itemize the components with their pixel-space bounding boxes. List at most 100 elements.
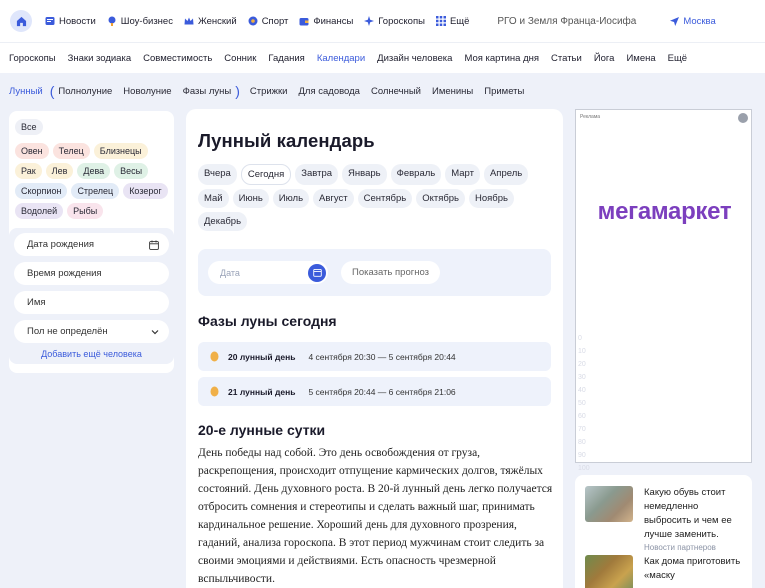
phase-range: 4 сентября 20:30 — 5 сентября 20:44 [308, 351, 456, 362]
topnav-news[interactable]: Новости [45, 16, 96, 27]
nav3-new-moon[interactable]: Новолуние [123, 86, 171, 97]
ad-ruler: 0 10 20 30 40 50 60 70 80 90 100 [578, 332, 590, 475]
chip-aries[interactable]: Овен [15, 143, 49, 159]
topnav-women[interactable]: Женский [184, 16, 237, 27]
phase-range: 5 сентября 20:44 — 6 сентября 21:06 [308, 386, 456, 397]
nav3-name-days[interactable]: Именины [432, 86, 473, 97]
period-today[interactable]: Сегодня [240, 164, 292, 185]
birth-date-field[interactable]: Дата рождения [14, 233, 169, 256]
chip-gemini[interactable]: Близнецы [93, 143, 148, 159]
period-july[interactable]: Июль [272, 189, 310, 208]
ad-ruler-mark: 0 [578, 335, 582, 342]
period-may[interactable]: Май [198, 189, 229, 208]
phase-row: 20 лунный день 4 сентября 20:30 — 5 сент… [198, 342, 551, 371]
moon-phase-icon [210, 386, 219, 397]
period-pills: Вчера Сегодня Завтра Январь Февраль Март… [198, 164, 538, 231]
news-item[interactable]: Какую обувь стоит немедленно выбросить и… [585, 486, 742, 542]
topnav-sport[interactable]: Спорт [248, 16, 288, 27]
sport-icon [248, 16, 258, 26]
chip-aquarius[interactable]: Водолей [15, 203, 64, 219]
ad-label: Реклама [580, 114, 601, 120]
chip-scorpio[interactable]: Скорпион [15, 183, 68, 199]
period-october[interactable]: Октябрь [416, 189, 466, 208]
ad-ruler-mark: 100 [578, 465, 590, 472]
chip-virgo[interactable]: Дева [77, 163, 111, 179]
nav2-zodiac-signs[interactable]: Знаки зодиака [68, 53, 131, 64]
nav3-full-moon[interactable]: Полнолуние [58, 86, 112, 97]
nav2-yoga[interactable]: Йога [594, 53, 615, 64]
topnav-label: Шоу-бизнес [120, 15, 173, 27]
chip-pisces[interactable]: Рыбы [67, 203, 104, 219]
ad-ruler-mark: 40 [578, 387, 586, 394]
topnav-horoscopes[interactable]: Гороскопы [364, 16, 425, 27]
nav2-human-design[interactable]: Дизайн человека [377, 53, 452, 64]
nav3-haircuts[interactable]: Стрижки [250, 86, 288, 97]
period-august[interactable]: Август [313, 189, 354, 208]
period-january[interactable]: Январь [342, 164, 387, 185]
period-february[interactable]: Февраль [390, 164, 442, 185]
topnav-more[interactable]: Ещё [435, 16, 469, 27]
nav2-compatibility[interactable]: Совместимость [143, 53, 212, 64]
home-button[interactable] [10, 10, 32, 32]
nav2-horoscopes[interactable]: Гороскопы [9, 53, 56, 64]
gender-select[interactable]: Пол не определён [14, 320, 169, 343]
period-yesterday[interactable]: Вчера [198, 164, 237, 185]
chip-all[interactable]: Все [15, 119, 43, 135]
date-input[interactable]: Дата [208, 261, 328, 284]
period-april[interactable]: Апрель [483, 164, 529, 185]
ad-ruler-mark: 20 [578, 361, 586, 368]
nav3-omens[interactable]: Приметы [484, 86, 524, 97]
chip-leo[interactable]: Лев [45, 163, 74, 179]
birth-time-field[interactable]: Время рождения [14, 262, 169, 285]
nav2-names[interactable]: Имена [626, 53, 655, 64]
period-tomorrow[interactable]: Завтра [295, 164, 339, 185]
news-item[interactable]: Как дома приготовить «маску [585, 555, 742, 588]
chevron-down-icon [151, 329, 159, 334]
chip-sagittarius[interactable]: Стрелец [71, 183, 120, 199]
city-selector[interactable]: Москва [670, 16, 716, 27]
nav3-moon-phases[interactable]: Фазы луны [183, 86, 232, 97]
chip-taurus[interactable]: Телец [52, 143, 90, 159]
ad-close-button[interactable] [738, 113, 748, 123]
news-source: Новости партнеров [644, 543, 716, 552]
nav2-calendars[interactable]: Календари [317, 53, 365, 64]
ad-ruler-mark: 10 [578, 348, 586, 355]
nav3-solar[interactable]: Солнечный [371, 86, 421, 97]
topnav-finance[interactable]: Финансы [299, 16, 353, 27]
ad-banner[interactable]: Реклама мегамаркет 0 10 20 30 40 50 60 7… [575, 109, 752, 472]
ad-ruler-mark: 30 [578, 374, 586, 381]
section-nav: Гороскопы Знаки зодиака Совместимость Со… [0, 42, 765, 73]
chip-cancer[interactable]: Рак [15, 163, 42, 179]
grid-icon [435, 16, 446, 26]
date-placeholder: Дата [220, 267, 240, 278]
topnav-showbiz[interactable]: Шоу-бизнес [107, 16, 173, 27]
sparkle-icon [364, 16, 375, 26]
date-picker-button[interactable] [308, 263, 326, 282]
chip-capricorn[interactable]: Козерог [123, 183, 168, 199]
partner-news: Какую обувь стоит немедленно выбросить и… [575, 475, 752, 588]
period-november[interactable]: Ноябрь [469, 189, 514, 208]
show-forecast-button[interactable]: Показать прогноз [341, 261, 440, 284]
period-september[interactable]: Сентябрь [357, 189, 413, 208]
period-june[interactable]: Июнь [232, 189, 269, 208]
news-thumbnail [585, 486, 633, 522]
period-december[interactable]: Декабрь [198, 212, 248, 231]
promo-link[interactable]: РГО и Земля Франца-Иосифа [497, 16, 636, 27]
nav3-gardener[interactable]: Для садовода [298, 86, 359, 97]
phase-day: 20 лунный день [228, 351, 296, 362]
chip-libra[interactable]: Весы [114, 163, 149, 179]
nav2-my-day[interactable]: Моя картина дня [464, 53, 539, 64]
nav2-dream-book[interactable]: Сонник [224, 53, 256, 64]
topnav-label: Гороскопы [378, 15, 425, 27]
add-person-link[interactable]: Добавить ещё человека [14, 349, 169, 359]
nav2-more[interactable]: Ещё [668, 53, 687, 64]
nav3-lunar[interactable]: Лунный [9, 86, 43, 97]
topnav-label: Финансы [313, 15, 354, 27]
page: Новости Шоу-бизнес Женский Спорт Финансы… [0, 0, 765, 588]
home-icon [16, 16, 26, 26]
nav2-fortune[interactable]: Гадания [268, 53, 304, 64]
period-march[interactable]: Март [445, 164, 480, 185]
name-field[interactable]: Имя [14, 291, 169, 314]
nav2-articles[interactable]: Статьи [551, 53, 582, 64]
crown-icon [184, 16, 194, 26]
